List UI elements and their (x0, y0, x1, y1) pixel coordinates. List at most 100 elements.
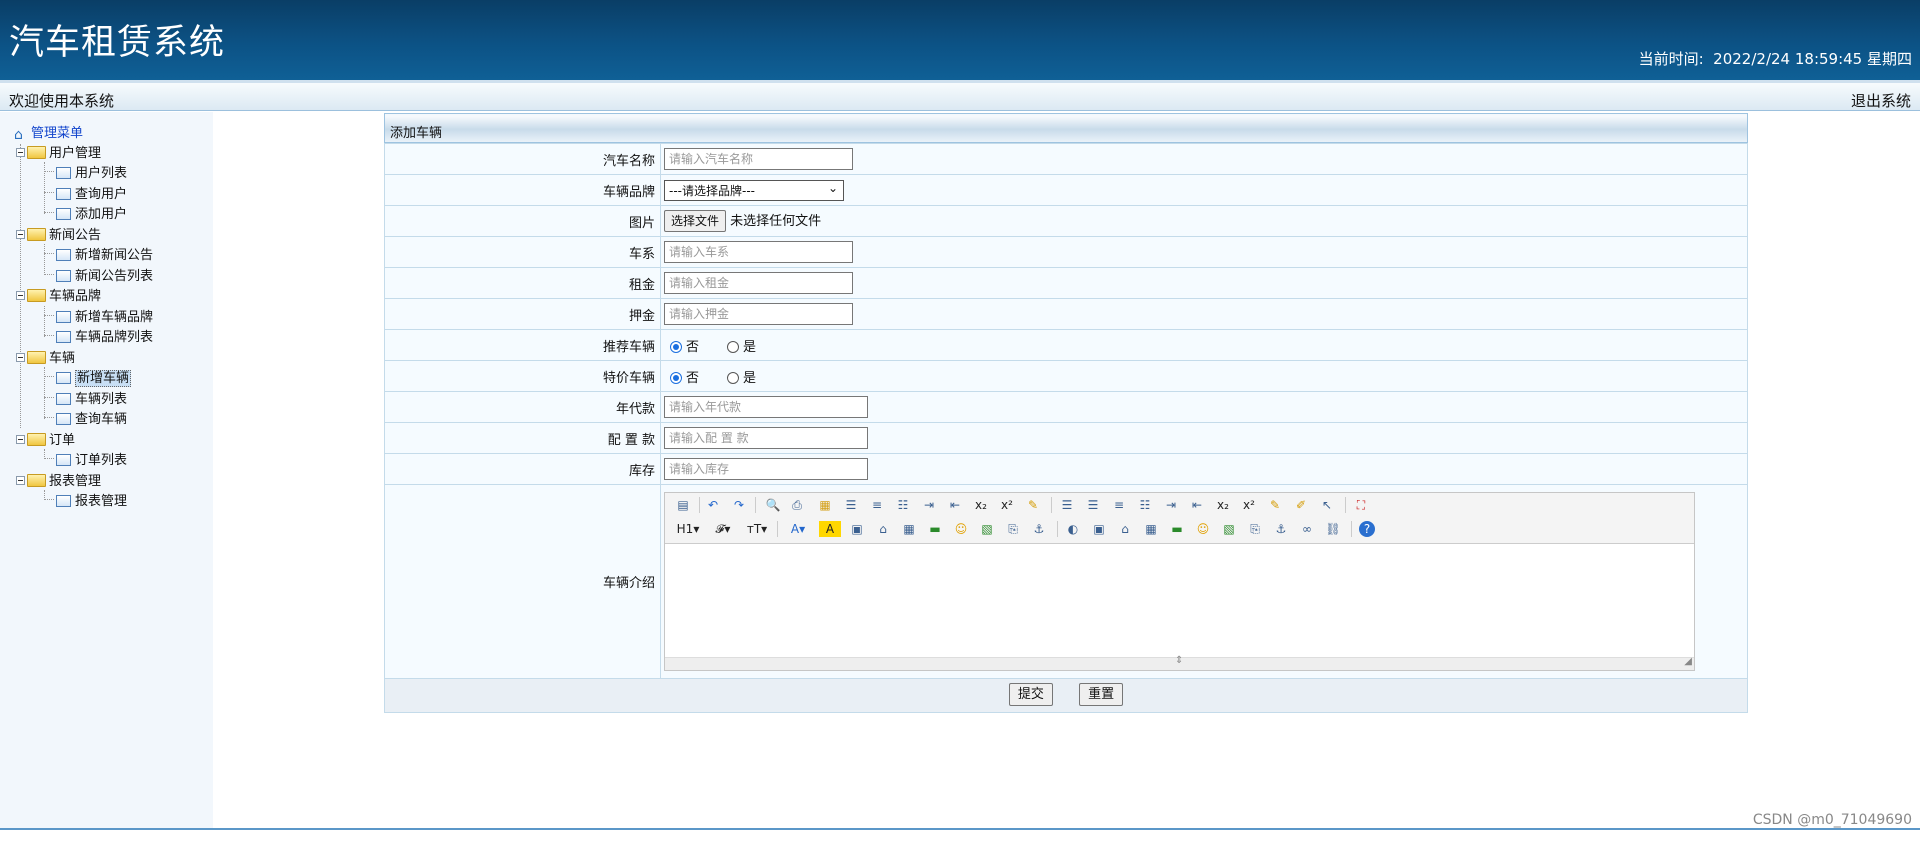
template-icon[interactable]: ▦ (817, 497, 833, 513)
folder-icon (27, 433, 46, 446)
menu-group-order[interactable]: 订单 (16, 429, 75, 448)
undo-icon[interactable]: ↶ (705, 497, 721, 513)
hr-icon[interactable]: ▬ (1169, 521, 1185, 537)
menu-item-user-list[interactable]: 用户列表 (44, 162, 127, 181)
media-icon[interactable]: ▣ (1091, 521, 1107, 537)
logout-link[interactable]: 退出系统 (1851, 90, 1911, 111)
indent-icon[interactable]: ⇥ (1163, 497, 1179, 513)
link-icon[interactable]: ∞ (1299, 521, 1315, 537)
menu-item-add-user[interactable]: 添加用户 (44, 203, 127, 222)
folder-icon (27, 474, 46, 487)
menu-item-add-brand[interactable]: 新增车辆品牌 (44, 306, 153, 325)
attachment-icon[interactable]: ⌂ (1117, 521, 1133, 537)
fullscreen-icon[interactable]: ⛶ (1353, 497, 1369, 513)
table-icon[interactable]: ▦ (1143, 521, 1159, 537)
indent-icon[interactable]: ⇥ (921, 497, 937, 513)
vehicle-form: 汽车名称 车辆品牌 ---请选择品牌---⌄ 图片 选择文件 未选择任何文件 车… (384, 143, 1748, 679)
emoticon-icon[interactable]: ☺ (953, 521, 969, 537)
stock-input[interactable] (664, 458, 868, 480)
select-all-icon[interactable]: ↖ (1319, 497, 1335, 513)
menu-item-order-list[interactable]: 订单列表 (44, 449, 127, 468)
config-label: 配 置 款 (384, 422, 661, 454)
redo-icon[interactable]: ↷ (731, 497, 747, 513)
special-yes-radio[interactable] (727, 371, 740, 384)
subscript-icon[interactable]: x₂ (1215, 497, 1231, 513)
pagebreak-icon[interactable]: ⎘ (1005, 521, 1021, 537)
source-icon[interactable]: ▤ (675, 497, 691, 513)
ordered-list-icon[interactable]: ≡ (869, 497, 885, 513)
brand-select[interactable]: ---请选择品牌--- ⌄ (664, 179, 844, 201)
ordered-list-icon[interactable]: ≡ (1111, 497, 1127, 513)
outdent-icon[interactable]: ⇤ (1189, 497, 1205, 513)
menu-root-label: 管理菜单 (31, 126, 84, 141)
resize-grip-icon[interactable]: ◢ (1684, 656, 1692, 667)
heading-icon[interactable]: H1▾ (675, 521, 701, 537)
menu-group-report[interactable]: 报表管理 (16, 470, 101, 489)
print-icon[interactable]: ⎙ (789, 497, 805, 513)
deposit-input[interactable] (664, 303, 853, 325)
menu-root[interactable]: ⌂ 管理菜单 (14, 122, 84, 142)
menu-group-vehicle[interactable]: 车辆 (16, 347, 75, 366)
table-icon[interactable]: ▦ (901, 521, 917, 537)
menu-item-query-user[interactable]: 查询用户 (44, 183, 127, 202)
editor-resize-bar[interactable]: ⇕ ◢ (665, 655, 1694, 670)
unordered-list-icon[interactable]: ☷ (895, 497, 911, 513)
align-justify-icon[interactable]: ☰ (1085, 497, 1101, 513)
menu-item-add-vehicle[interactable]: 新增车辆 (44, 367, 132, 387)
menu-item-add-news[interactable]: 新增新闻公告 (44, 244, 153, 263)
flash-icon[interactable]: ◐ (1065, 521, 1081, 537)
rich-text-editor: ▤ ↶ ↷ 🔍 ⎙ ▦ ☰ ≡ ☷ ⇥ ⇤ x₂ x² ✎ ☰ ☰ ≡ ☷ ⇥ … (664, 492, 1695, 671)
menu-group-brand[interactable]: 车辆品牌 (16, 285, 101, 304)
recommend-no-radio[interactable] (670, 340, 682, 353)
page-icon (56, 372, 71, 384)
video-icon[interactable]: ▣ (849, 521, 865, 537)
rent-input[interactable] (664, 272, 853, 294)
collapse-icon (16, 476, 25, 485)
preview-icon[interactable]: 🔍 (765, 497, 781, 513)
submit-button[interactable]: 提交 (1008, 683, 1053, 706)
attachment-icon[interactable]: ⌂ (875, 521, 891, 537)
justify-icon[interactable]: ☰ (843, 497, 859, 513)
font-size-icon[interactable]: тT▾ (745, 521, 769, 537)
vehicle-name-input[interactable] (664, 148, 853, 170)
menu-item-vehicle-list[interactable]: 车辆列表 (44, 388, 127, 407)
config-input[interactable] (664, 427, 868, 449)
series-input[interactable] (664, 241, 853, 263)
clear-format-icon[interactable]: ✎ (1025, 497, 1041, 513)
clear-format-icon[interactable]: ✎ (1267, 497, 1283, 513)
collapse-icon (16, 148, 25, 157)
help-icon[interactable]: ? (1359, 521, 1375, 537)
recommend-yes-radio[interactable] (727, 340, 740, 353)
font-family-icon[interactable]: 𝓕▾ (711, 521, 735, 537)
reset-button[interactable]: 重置 (1079, 683, 1124, 706)
font-color-icon[interactable]: A▾ (787, 521, 809, 537)
superscript-icon[interactable]: x² (999, 497, 1015, 513)
anchor-icon[interactable]: ⚓ (1031, 521, 1047, 537)
highlight-icon[interactable]: A (819, 521, 841, 537)
unordered-list-icon[interactable]: ☷ (1137, 497, 1153, 513)
emoticon-icon[interactable]: ☺ (1195, 521, 1211, 537)
menu-item-news-list[interactable]: 新闻公告列表 (44, 265, 153, 284)
anchor-icon[interactable]: ⚓ (1273, 521, 1289, 537)
quickformat-icon[interactable]: ✐ (1293, 497, 1309, 513)
menu-item-brand-list[interactable]: 车辆品牌列表 (44, 326, 153, 345)
page-icon (56, 188, 71, 200)
choose-file-button[interactable]: 选择文件 (664, 210, 727, 232)
image-icon[interactable]: ▧ (979, 521, 995, 537)
menu-item-query-vehicle[interactable]: 查询车辆 (44, 408, 127, 427)
menu-item-report[interactable]: 报表管理 (44, 490, 127, 509)
hr-icon[interactable]: ▬ (927, 521, 943, 537)
image-icon[interactable]: ▧ (1221, 521, 1237, 537)
superscript-icon[interactable]: x² (1241, 497, 1257, 513)
align-right-icon[interactable]: ☰ (1059, 497, 1075, 513)
pagebreak-icon[interactable]: ⎘ (1247, 521, 1263, 537)
special-no-radio[interactable] (670, 371, 682, 384)
menu-group-user[interactable]: 用户管理 (16, 142, 101, 161)
menu-group-news[interactable]: 新闻公告 (16, 224, 101, 243)
unlink-icon[interactable]: ⛓ (1325, 521, 1341, 537)
subscript-icon[interactable]: x₂ (973, 497, 989, 513)
name-label: 汽车名称 (384, 143, 661, 175)
outdent-icon[interactable]: ⇤ (947, 497, 963, 513)
editor-content-area[interactable] (665, 544, 1694, 657)
year-input[interactable] (664, 396, 868, 418)
